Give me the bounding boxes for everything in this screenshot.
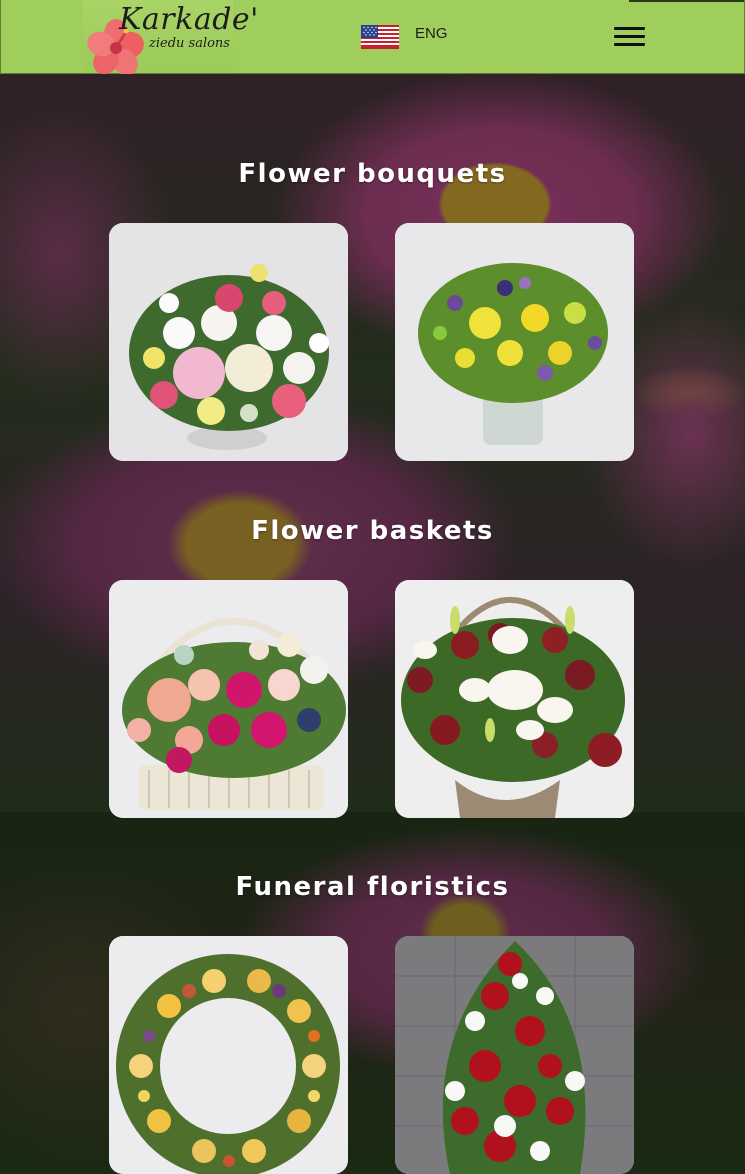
section-title-bouquets: Flower bouquets (238, 159, 507, 189)
funeral-arrangement-image (395, 936, 634, 1174)
bouquet-image (109, 223, 348, 461)
logo[interactable]: Karkade' ziedu salons (83, 0, 258, 74)
basket-image (109, 580, 348, 818)
language-selector[interactable]: ENG (361, 24, 448, 50)
bouquet-image (395, 223, 634, 461)
logo-title: Karkade' (119, 2, 259, 37)
product-card-funeral-wreath[interactable] (109, 936, 348, 1174)
language-label: ENG (415, 24, 448, 42)
header-divider (629, 0, 744, 2)
product-card-basket-2[interactable] (395, 580, 634, 818)
section-title-funeral: Funeral floristics (235, 872, 510, 902)
wreath-image (109, 936, 348, 1174)
product-card-basket-1[interactable] (109, 580, 348, 818)
section-title-baskets: Flower baskets (251, 516, 494, 546)
us-flag-icon (361, 25, 399, 49)
logo-subtitle: ziedu salons (149, 36, 230, 51)
product-card-bouquet-2[interactable] (395, 223, 634, 461)
site-header: Karkade' ziedu salons ENG (0, 0, 745, 74)
basket-image (395, 580, 634, 818)
product-card-bouquet-1[interactable] (109, 223, 348, 461)
product-card-funeral-arrangement[interactable] (395, 936, 634, 1174)
hamburger-menu-icon[interactable] (614, 25, 646, 49)
